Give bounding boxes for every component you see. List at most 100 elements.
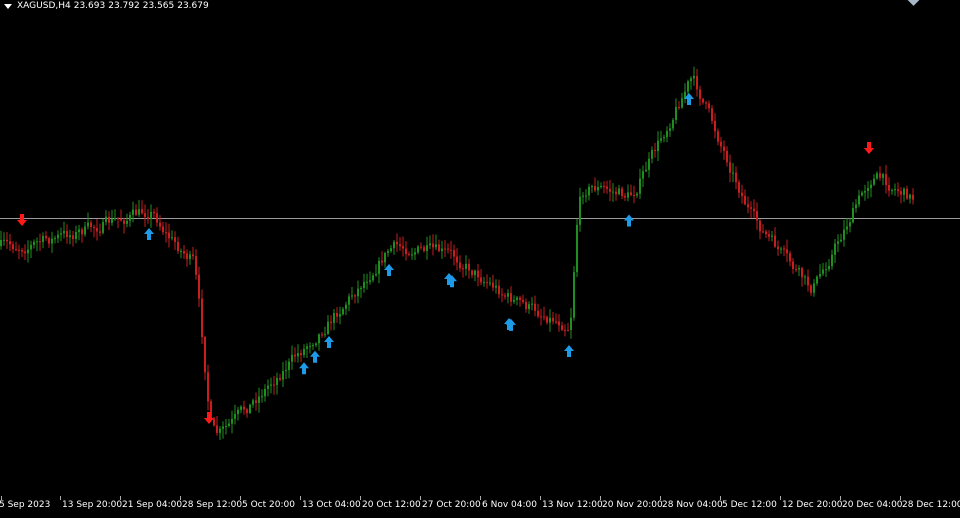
candle-bullish (651, 150, 653, 159)
candle-bearish (906, 188, 908, 199)
candle-bullish (189, 254, 191, 260)
candle-bullish (63, 231, 65, 234)
candle-bearish (726, 150, 728, 163)
triangle-down-icon[interactable] (4, 3, 12, 9)
candle-bullish (264, 388, 266, 397)
candle-bullish (903, 188, 905, 195)
candle-bearish (756, 211, 758, 221)
symbol-header: XAGUSD,H4 23.693 23.792 23.565 23.679 (4, 1, 209, 11)
candle-bullish (870, 184, 872, 189)
candle-bearish (405, 248, 407, 254)
time-tick-mark (120, 496, 121, 500)
candle-bearish (156, 213, 158, 223)
candle-bearish (186, 253, 188, 260)
candle-bearish (12, 244, 14, 250)
time-tick-mark (840, 496, 841, 500)
candle-bullish (858, 195, 860, 205)
candle-bearish (72, 235, 74, 240)
candle-bullish (513, 299, 515, 302)
candle-bullish (627, 192, 629, 198)
candle-bearish (216, 425, 218, 433)
candle-bullish (228, 423, 230, 426)
candle-bullish (831, 254, 833, 267)
candle-bearish (750, 207, 752, 209)
candle-bullish (327, 321, 329, 334)
candle-bearish (45, 235, 47, 239)
candle-bullish (411, 254, 413, 256)
low-value: 23.565 (142, 1, 175, 11)
candle-bullish (51, 238, 53, 244)
candle-bullish (114, 218, 116, 220)
symbol-name: XAGUSD,H4 (17, 1, 71, 11)
time-tick-label: 5 Dec 12:00 (722, 500, 777, 510)
time-tick-label: 28 Sep 12:00 (182, 500, 243, 510)
candle-bearish (438, 244, 440, 251)
candle-bearish (912, 194, 914, 200)
candle-bearish (786, 249, 788, 254)
candle-bearish (336, 313, 338, 317)
candle-bullish (435, 244, 437, 248)
time-tick-mark (720, 496, 721, 500)
candle-bullish (288, 361, 290, 371)
candle-bullish (843, 229, 845, 240)
candle-bullish (687, 81, 689, 92)
candle-bearish (711, 108, 713, 121)
candle-bearish (24, 251, 26, 254)
candle-bullish (291, 354, 293, 362)
candle-bearish (162, 226, 164, 233)
time-tick-label: 28 Nov 04:00 (662, 500, 723, 510)
candle-bearish (654, 150, 656, 151)
candle-bullish (231, 418, 233, 424)
high-value: 23.792 (108, 1, 140, 11)
time-tick-label: 13 Sep 20:00 (62, 500, 123, 510)
candle-bearish (399, 244, 401, 247)
candle-bearish (504, 295, 506, 297)
candle-bullish (576, 224, 578, 273)
candle-bullish (390, 248, 392, 252)
time-tick-mark (660, 496, 661, 500)
candle-bearish (477, 270, 479, 278)
candle-bearish (606, 186, 608, 189)
candle-bearish (699, 89, 701, 99)
candle-bearish (120, 218, 122, 221)
candle-bullish (582, 195, 584, 197)
candle-bullish (681, 98, 683, 108)
candle-bullish (27, 249, 29, 254)
candle-bullish (909, 194, 911, 199)
candle-bearish (201, 298, 203, 337)
candle-bearish (810, 285, 812, 293)
candle-bearish (174, 237, 176, 242)
candle-bearish (498, 285, 500, 295)
candle-bullish (891, 190, 893, 192)
candle-bearish (18, 249, 20, 251)
candle-bullish (618, 188, 620, 195)
candle-bullish (0, 240, 2, 246)
candle-bullish (78, 229, 80, 233)
candle-bearish (480, 277, 482, 283)
candle-bullish (855, 204, 857, 209)
time-tick-label: 28 Dec 12:00 (902, 500, 960, 510)
arrow-up-icon (299, 362, 309, 375)
price-chart[interactable]: XAGUSD,H4 23.693 23.792 23.565 23.679 (0, 0, 960, 496)
candle-bearish (462, 268, 464, 270)
candle-bullish (276, 378, 278, 385)
candle-bearish (93, 227, 95, 228)
candle-bullish (234, 414, 236, 419)
chart-canvas[interactable] (0, 0, 960, 496)
candle-bullish (669, 128, 671, 131)
candle-bearish (762, 231, 764, 233)
time-tick-mark (600, 496, 601, 500)
candle-bullish (375, 273, 377, 276)
candle-bullish (597, 187, 599, 191)
candle-bullish (285, 370, 287, 372)
candle-bearish (777, 246, 779, 250)
candle-bearish (183, 251, 185, 254)
candle-bullish (54, 238, 56, 240)
candle-bearish (192, 254, 194, 257)
candle-bullish (816, 276, 818, 284)
candle-bearish (630, 192, 632, 196)
candle-bullish (84, 226, 86, 235)
candle-bearish (168, 232, 170, 239)
candle-bearish (768, 234, 770, 237)
candle-bearish (165, 232, 167, 234)
